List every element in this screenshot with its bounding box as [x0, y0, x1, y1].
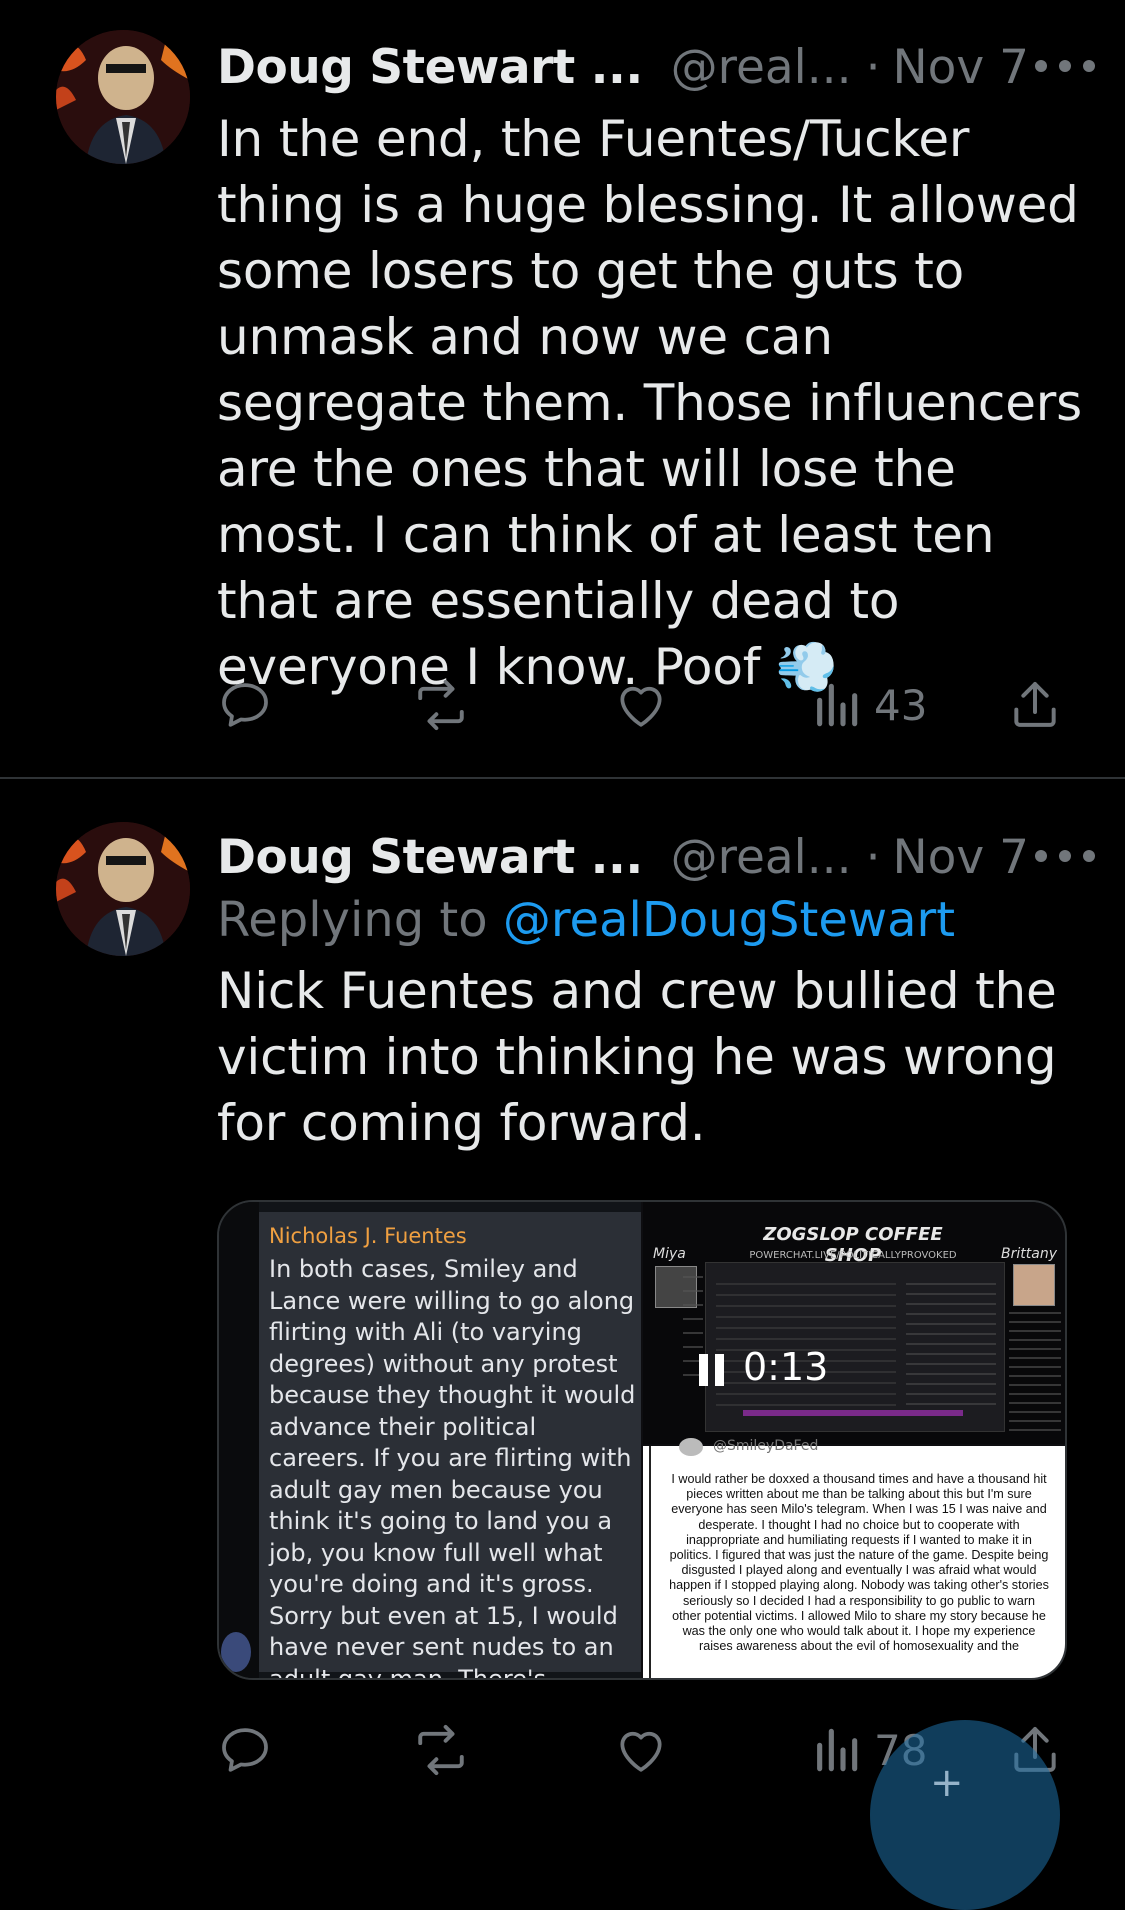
views-icon: [817, 1728, 858, 1772]
tweet-header: Doug Stewart ... @real... · Nov 7: [217, 32, 1095, 102]
video-right-chat: [1009, 1312, 1061, 1432]
video-subtitle: POWERCHAT.LIVE/POLITICALLYPROVOKED: [749, 1250, 957, 1261]
tweet-date[interactable]: Nov 7: [893, 40, 1030, 95]
message-screenshot: Nicholas J. Fuentes In both cases, Smile…: [219, 1202, 641, 1678]
views-button[interactable]: 43: [812, 670, 927, 740]
video-left-label: Miya: [653, 1246, 686, 1262]
avatar[interactable]: [56, 822, 190, 956]
doc-text: I would rather be doxxed a thousand time…: [669, 1472, 1049, 1654]
message-author: Nicholas J. Fuentes: [269, 1224, 467, 1248]
tweet-text: In the end, the Fuentes/Tucker thing is …: [217, 106, 1097, 700]
doc-edge: [649, 1446, 651, 1678]
message-text: In both cases, Smiley and Lance were wil…: [269, 1255, 636, 1680]
avatar[interactable]: [56, 30, 190, 164]
like-icon[interactable]: [612, 670, 670, 740]
share-icon[interactable]: [1007, 670, 1063, 740]
more-options-icon[interactable]: [1035, 46, 1095, 86]
statement-screenshot: @SmileyDaFed I would rather be doxxed a …: [643, 1438, 1065, 1678]
video-player[interactable]: ZOGSLOP COFFEE SHOP POWERCHAT.LIVE/POLIT…: [643, 1202, 1065, 1444]
tweet-text-content: In the end, the Fuentes/Tucker thing is …: [217, 110, 1082, 696]
reply-icon[interactable]: [217, 1715, 273, 1785]
separator-dot: ·: [865, 39, 881, 95]
doc-avatar: [679, 1438, 703, 1456]
video-screen-sidebar: [906, 1283, 996, 1413]
chat-background-pattern: [219, 1202, 259, 1678]
media-attachment[interactable]: Nicholas J. Fuentes In both cases, Smile…: [217, 1200, 1067, 1680]
action-bar: 43: [217, 670, 1085, 740]
avatar-illustration: [56, 822, 190, 956]
tweet-date[interactable]: Nov 7: [893, 830, 1030, 885]
flag-avatar: [221, 1632, 251, 1672]
video-right-label: Brittany: [1001, 1246, 1057, 1262]
author-name[interactable]: Doug Stewart ...: [217, 40, 643, 95]
repost-icon[interactable]: [411, 670, 471, 740]
tweet[interactable]: Doug Stewart ... @real... · Nov 7 In the…: [0, 0, 1125, 778]
replying-to: Replying to @realDougStewart: [217, 892, 955, 948]
video-right-avatar: [1013, 1264, 1055, 1306]
views-icon: [817, 683, 858, 727]
divider: [0, 777, 1125, 779]
video-timecode: 0:13: [743, 1345, 829, 1389]
author-name[interactable]: Doug Stewart ...: [217, 830, 643, 885]
separator-dot: ·: [865, 829, 881, 885]
video-banner: [743, 1410, 963, 1416]
tweet-header: Doug Stewart ... @real... · Nov 7: [217, 822, 1095, 892]
reply-icon[interactable]: [217, 670, 273, 740]
doc-handle: @SmileyDaFed: [713, 1438, 819, 1454]
pause-icon[interactable]: [699, 1354, 727, 1386]
compose-button[interactable]: [870, 1720, 1060, 1910]
reply-mention-link[interactable]: @realDougStewart: [503, 892, 955, 948]
more-options-icon[interactable]: [1035, 836, 1095, 876]
tweet[interactable]: Doug Stewart ... @real... · Nov 7 Replyi…: [0, 780, 1125, 1813]
repost-icon[interactable]: [411, 1715, 471, 1785]
author-handle[interactable]: @real...: [671, 830, 852, 885]
views-count: 43: [874, 680, 928, 730]
replying-to-label: Replying to: [217, 892, 503, 948]
compose-plus-icon: +: [930, 1760, 964, 1806]
message-bubble: Nicholas J. Fuentes In both cases, Smile…: [259, 1212, 641, 1678]
avatar-illustration: [56, 30, 190, 164]
like-icon[interactable]: [612, 1715, 670, 1785]
author-handle[interactable]: @real...: [671, 40, 852, 95]
tweet-text: Nick Fuentes and crew bullied the victim…: [217, 962, 1057, 1152]
